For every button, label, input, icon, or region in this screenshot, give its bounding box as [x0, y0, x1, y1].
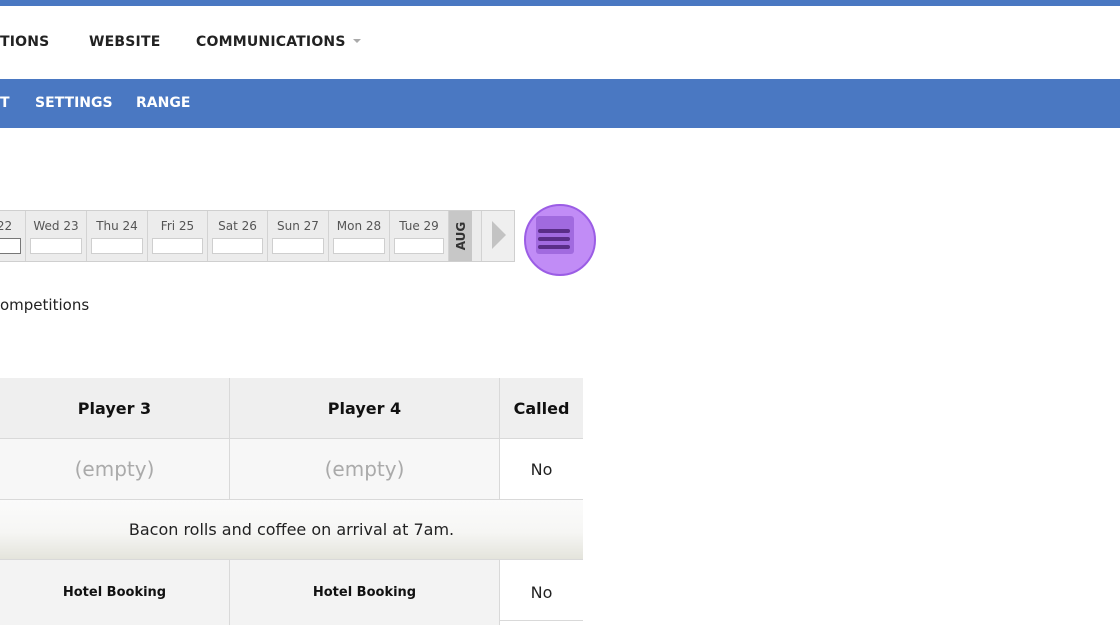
day-label: Sat 26 [218, 219, 257, 233]
day-slot[interactable] [272, 238, 324, 254]
nav-item-communications-label: COMMUNICATIONS [196, 34, 346, 50]
day-label: Fri 25 [160, 219, 195, 233]
next-week-button[interactable] [481, 211, 514, 261]
day-slot[interactable] [152, 238, 203, 254]
booking-note: Bacon rolls and coffee on arrival at 7am… [0, 500, 583, 560]
caret-down-icon [352, 39, 361, 43]
sub-nav: T SETTINGS RANGE [0, 79, 1120, 128]
hamburger-menu-icon-bar [538, 237, 570, 241]
day-label: Thu 24 [96, 219, 138, 233]
day-cell[interactable]: Mon 28 [329, 211, 390, 261]
subnav-item-partial[interactable]: T [0, 95, 10, 111]
nav-item-website[interactable]: WEBSITE [89, 34, 160, 50]
nav-item-communications[interactable]: COMMUNICATIONS [196, 34, 361, 50]
day-cell[interactable]: Fri 25 [148, 211, 208, 261]
column-header-player-4: Player 4 [230, 378, 500, 439]
day-label: Sun 27 [277, 219, 319, 233]
day-slot[interactable] [394, 238, 444, 254]
day-label: Wed 23 [33, 219, 79, 233]
chevron-right-icon [492, 221, 506, 249]
day-slot[interactable] [30, 238, 82, 254]
competitions-link[interactable]: ompetitions [0, 296, 89, 314]
row-divider [499, 620, 583, 621]
subnav-item-range[interactable]: RANGE [136, 95, 190, 111]
day-slot[interactable] [0, 238, 21, 254]
player-4-slot[interactable]: Hotel Booking [230, 560, 500, 625]
day-cell[interactable]: Wed 23 [26, 211, 87, 261]
day-cell[interactable]: Tue 29 [390, 211, 449, 261]
player-3-slot[interactable]: (empty) [0, 439, 230, 500]
hamburger-menu-icon [538, 229, 570, 233]
player-4-slot[interactable]: (empty) [230, 439, 500, 500]
column-header-player-3: Player 3 [0, 378, 230, 439]
called-value: No [500, 560, 583, 625]
day-label: 22 [0, 219, 13, 233]
day-label: Tue 29 [399, 219, 439, 233]
month-label: AUG [453, 221, 468, 251]
day-cell[interactable]: Sun 27 [268, 211, 329, 261]
day-slot[interactable] [333, 238, 385, 254]
day-slot[interactable] [212, 238, 263, 254]
date-picker-strip: 22 Wed 23 Thu 24 Fri 25 Sat 26 Sun 27 Mo… [0, 210, 515, 262]
month-tab[interactable]: AUG [449, 211, 472, 261]
menu-button[interactable] [524, 204, 596, 276]
tee-sheet-table: Player 3 Player 4 Called (empty) (empty)… [0, 378, 583, 625]
day-cell[interactable]: Thu 24 [87, 211, 148, 261]
nav-item-options[interactable]: TIONS [0, 34, 49, 50]
column-header-called: Called [500, 378, 583, 439]
subnav-item-settings[interactable]: SETTINGS [35, 95, 113, 111]
day-cell[interactable]: Sat 26 [208, 211, 268, 261]
player-3-slot[interactable]: Hotel Booking [0, 560, 230, 625]
day-slot[interactable] [91, 238, 143, 254]
day-cell[interactable]: 22 [0, 211, 26, 261]
day-label: Mon 28 [336, 219, 382, 233]
hamburger-menu-icon-bar [538, 245, 570, 249]
called-value: No [500, 439, 583, 500]
main-nav: TIONS WEBSITE COMMUNICATIONS [0, 6, 1120, 79]
